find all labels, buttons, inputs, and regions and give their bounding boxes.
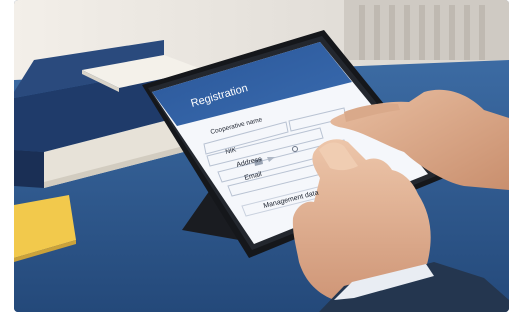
background-radiator — [344, 0, 509, 60]
photo-scene: Registration Cooperative name NIK Addres… — [14, 0, 509, 312]
photo-frame: Registration Cooperative name NIK Addres… — [14, 0, 509, 312]
